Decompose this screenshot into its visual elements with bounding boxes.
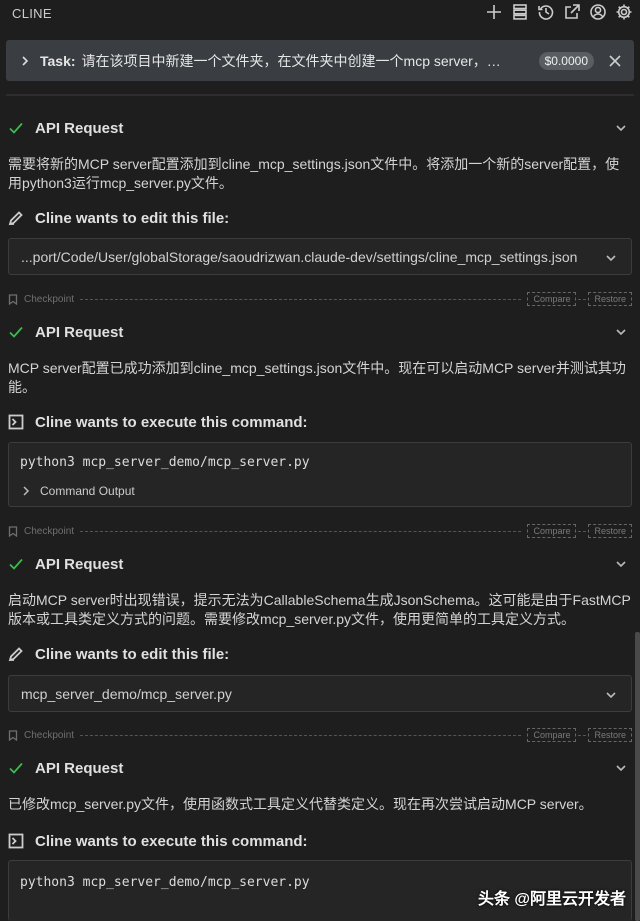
- terminal-icon: [8, 414, 24, 430]
- edit-file-label: Cline wants to edit this file:: [35, 645, 230, 663]
- close-icon[interactable]: [608, 54, 622, 68]
- api-request-row[interactable]: API Request: [0, 118, 640, 138]
- gear-icon[interactable]: [614, 2, 634, 22]
- assistant-message: 启动MCP server时出现错误，提示无法为CallableSchema生成J…: [8, 592, 631, 627]
- bookmark-icon: [8, 525, 18, 537]
- checkpoint-label: Checkpoint: [24, 729, 75, 741]
- watermark: 头条 @阿里云开发者: [477, 891, 626, 908]
- file-path: mcp_server_demo/mcp_server.py: [21, 685, 232, 702]
- server-stack-icon[interactable]: [510, 2, 530, 22]
- chevron-right-icon: [23, 486, 30, 496]
- api-request-row[interactable]: API Request: [0, 322, 640, 342]
- plus-icon[interactable]: [484, 2, 504, 22]
- pencil-icon: [8, 646, 24, 662]
- compare-button[interactable]: Compare: [527, 292, 577, 306]
- divider: [578, 530, 587, 532]
- panel-title: CLINE: [12, 5, 52, 21]
- checkpoint-label: Checkpoint: [24, 293, 75, 305]
- command-box: python3 mcp_server_demo/mcp_server.py Co…: [8, 442, 632, 507]
- header-actions: [484, 2, 634, 22]
- command-output-toggle[interactable]: Command Output: [20, 484, 620, 498]
- chevron-down-icon[interactable]: [614, 121, 628, 135]
- scrollbar[interactable]: [635, 632, 640, 921]
- check-icon: [8, 760, 24, 776]
- api-request-label: API Request: [35, 119, 124, 137]
- edit-file-row: Cline wants to edit this file:: [0, 208, 640, 228]
- file-path: ...port/Code/User/globalStorage/saoudriz…: [21, 248, 578, 265]
- task-banner[interactable]: Task: 请在该项目中新建一个文件夹，在文件夹中创建一个mcp server，…: [6, 40, 634, 81]
- panel-header: CLINE: [0, 0, 640, 26]
- command-text: python3 mcp_server_demo/mcp_server.py: [20, 455, 310, 470]
- restore-button[interactable]: Restore: [588, 524, 632, 538]
- checkpoint-row: Checkpoint Compare Restore: [8, 524, 632, 538]
- check-icon: [8, 120, 24, 136]
- restore-button[interactable]: Restore: [588, 728, 632, 742]
- api-request-label: API Request: [35, 555, 124, 573]
- terminal-icon: [8, 833, 24, 849]
- compare-button[interactable]: Compare: [527, 728, 577, 742]
- bookmark-icon: [8, 729, 18, 741]
- divider: [578, 298, 587, 300]
- execute-command-row: Cline wants to execute this command:: [0, 412, 640, 432]
- chevron-right-icon[interactable]: [18, 54, 32, 68]
- popout-icon[interactable]: [562, 2, 582, 22]
- divider: [80, 734, 522, 736]
- api-request-row[interactable]: API Request: [0, 554, 640, 574]
- api-request-label: API Request: [35, 759, 124, 777]
- assistant-message: 已修改mcp_server.py文件，使用函数式工具定义代替类定义。现在再次尝试…: [8, 796, 593, 812]
- edit-file-row: Cline wants to edit this file:: [0, 644, 640, 664]
- execute-command-row: Cline wants to execute this command:: [0, 831, 640, 851]
- execute-command-label: Cline wants to execute this command:: [35, 832, 308, 850]
- file-path-box[interactable]: ...port/Code/User/globalStorage/saoudriz…: [8, 238, 632, 275]
- task-label: Task:: [40, 52, 76, 69]
- divider: [6, 94, 634, 96]
- command-output-label: Command Output: [40, 484, 135, 498]
- restore-button[interactable]: Restore: [588, 292, 632, 306]
- chevron-down-icon[interactable]: [614, 325, 628, 339]
- pencil-icon: [8, 210, 24, 226]
- compare-button[interactable]: Compare: [527, 524, 577, 538]
- checkpoint-row: Checkpoint Compare Restore: [8, 728, 632, 742]
- chevron-down-icon[interactable]: [614, 761, 628, 775]
- cost-badge: $0.0000: [538, 51, 594, 70]
- checkpoint-label: Checkpoint: [24, 525, 75, 537]
- divider: [80, 530, 522, 532]
- chevron-down-icon[interactable]: [614, 557, 628, 571]
- bookmark-icon: [8, 293, 18, 305]
- checkpoint-row: Checkpoint Compare Restore: [8, 292, 632, 306]
- divider: [578, 734, 587, 736]
- edit-file-label: Cline wants to edit this file:: [35, 209, 230, 227]
- api-request-row[interactable]: API Request: [0, 758, 640, 778]
- account-icon[interactable]: [588, 2, 608, 22]
- chevron-down-icon[interactable]: [605, 688, 617, 700]
- check-icon: [8, 324, 24, 340]
- api-request-label: API Request: [35, 323, 124, 341]
- file-path-box[interactable]: mcp_server_demo/mcp_server.py: [8, 675, 632, 712]
- check-icon: [8, 556, 24, 572]
- divider: [80, 298, 522, 300]
- execute-command-label: Cline wants to execute this command:: [35, 413, 308, 431]
- assistant-message: MCP server配置已成功添加到cline_mcp_settings.jso…: [8, 360, 626, 395]
- chevron-down-icon[interactable]: [605, 251, 617, 263]
- task-text: 请在该项目中新建一个文件夹，在文件夹中创建一个mcp server，你需…: [81, 52, 514, 69]
- history-icon[interactable]: [536, 2, 556, 22]
- assistant-message: 需要将新的MCP server配置添加到cline_mcp_settings.j…: [8, 156, 620, 191]
